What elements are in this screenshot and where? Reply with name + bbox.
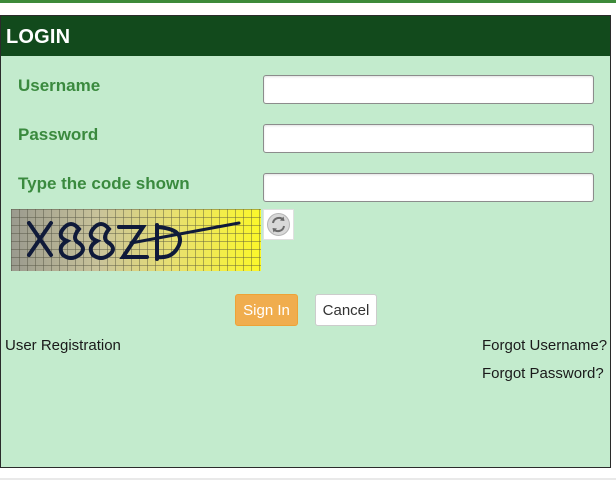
login-panel: LOGIN Username Password Type the code sh… bbox=[0, 15, 611, 468]
forgot-username-link[interactable]: Forgot Username? bbox=[482, 337, 607, 354]
password-input[interactable] bbox=[263, 124, 594, 153]
bottom-divider bbox=[0, 478, 616, 480]
password-label: Password bbox=[18, 125, 99, 144]
login-title: LOGIN bbox=[6, 26, 71, 48]
username-input[interactable] bbox=[263, 75, 594, 104]
captcha-input[interactable] bbox=[263, 173, 594, 202]
user-registration-link[interactable]: User Registration bbox=[5, 337, 121, 354]
forgot-password-link[interactable]: Forgot Password? bbox=[482, 365, 604, 382]
login-header: LOGIN bbox=[1, 16, 610, 56]
refresh-captcha-button[interactable] bbox=[263, 209, 294, 240]
top-accent-line bbox=[0, 0, 616, 3]
refresh-captcha-icon bbox=[264, 213, 293, 243]
username-label: Username bbox=[18, 76, 101, 95]
captcha-label: Type the code shown bbox=[18, 174, 190, 193]
sign-in-button[interactable]: Sign In bbox=[235, 294, 298, 326]
captcha-image bbox=[11, 209, 261, 271]
cancel-button[interactable]: Cancel bbox=[315, 294, 377, 326]
